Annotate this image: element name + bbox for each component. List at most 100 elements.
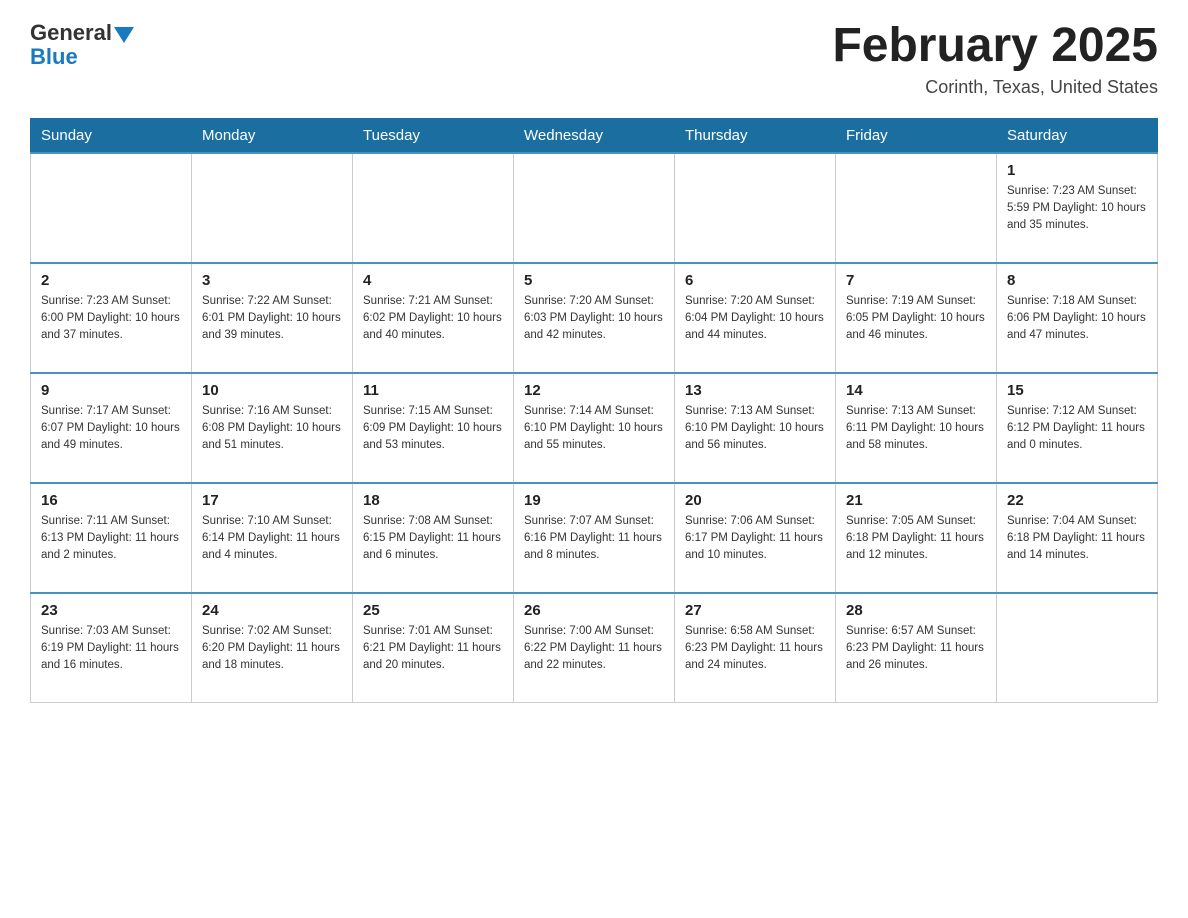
day-info: Sunrise: 6:57 AM Sunset: 6:23 PM Dayligh…	[846, 623, 986, 675]
weekday-header-wednesday: Wednesday	[514, 118, 675, 153]
day-number: 21	[846, 492, 986, 509]
day-info: Sunrise: 7:14 AM Sunset: 6:10 PM Dayligh…	[524, 403, 664, 455]
day-number: 20	[685, 492, 825, 509]
logo-triangle-icon	[114, 27, 134, 43]
calendar-cell: 5Sunrise: 7:20 AM Sunset: 6:03 PM Daylig…	[514, 263, 675, 373]
day-info: Sunrise: 7:18 AM Sunset: 6:06 PM Dayligh…	[1007, 293, 1147, 345]
day-number: 13	[685, 382, 825, 399]
day-number: 18	[363, 492, 503, 509]
week-row-3: 9 Sunrise: 7:17 AM Sunset: 6:07 PM Daylig…	[31, 373, 1158, 483]
day-number: 22	[1007, 492, 1147, 509]
day-info: Sunrise: 7:10 AM Sunset: 6:14 PM Dayligh…	[202, 513, 342, 565]
day-info: Sunrise: 7:12 AM Sunset: 6:12 PM Dayligh…	[1007, 403, 1147, 455]
day-number: 27	[685, 602, 825, 619]
calendar-cell: 8 Sunrise: 7:18 AM Sunset: 6:06 PM Daylig…	[997, 263, 1158, 373]
page-header: General Blue February 2025 Corinth, Texa…	[30, 20, 1158, 98]
calendar-cell: 10 Sunrise: 7:16 AM Sunset: 6:08 PM Dayli…	[192, 373, 353, 483]
day-info: Sunrise: 7:20 AM Sunset: 6:04 PM Dayligh…	[685, 293, 825, 345]
weekday-header-thursday: Thursday	[675, 118, 836, 153]
calendar-cell	[514, 153, 675, 263]
day-number: 9	[41, 382, 181, 399]
week-row-1: 1Sunrise: 7:23 AM Sunset: 5:59 PM Daylig…	[31, 153, 1158, 263]
day-info: Sunrise: 7:05 AM Sunset: 6:18 PM Dayligh…	[846, 513, 986, 565]
day-number: 3	[202, 272, 342, 289]
day-info: Sunrise: 7:20 AM Sunset: 6:03 PM Dayligh…	[524, 293, 664, 345]
week-row-4: 16 Sunrise: 7:11 AM Sunset: 6:13 PM Dayli…	[31, 483, 1158, 593]
day-number: 19	[524, 492, 664, 509]
calendar-cell: 25Sunrise: 7:01 AM Sunset: 6:21 PM Dayli…	[353, 593, 514, 703]
day-number: 16	[41, 492, 181, 509]
day-number: 8	[1007, 272, 1147, 289]
calendar-cell: 28 Sunrise: 6:57 AM Sunset: 6:23 PM Dayli…	[836, 593, 997, 703]
logo-blue-text: Blue	[30, 44, 78, 70]
calendar-cell: 24 Sunrise: 7:02 AM Sunset: 6:20 PM Dayli…	[192, 593, 353, 703]
day-info: Sunrise: 7:16 AM Sunset: 6:08 PM Dayligh…	[202, 403, 342, 455]
calendar-cell	[192, 153, 353, 263]
calendar-cell: 21 Sunrise: 7:05 AM Sunset: 6:18 PM Dayli…	[836, 483, 997, 593]
calendar-cell: 20 Sunrise: 7:06 AM Sunset: 6:17 PM Dayli…	[675, 483, 836, 593]
day-number: 24	[202, 602, 342, 619]
day-info: Sunrise: 6:58 AM Sunset: 6:23 PM Dayligh…	[685, 623, 825, 675]
day-number: 14	[846, 382, 986, 399]
day-number: 4	[363, 272, 503, 289]
weekday-header-tuesday: Tuesday	[353, 118, 514, 153]
calendar-cell: 22 Sunrise: 7:04 AM Sunset: 6:18 PM Dayli…	[997, 483, 1158, 593]
day-number: 28	[846, 602, 986, 619]
day-info: Sunrise: 7:07 AM Sunset: 6:16 PM Dayligh…	[524, 513, 664, 565]
day-number: 11	[363, 382, 503, 399]
day-info: Sunrise: 7:19 AM Sunset: 6:05 PM Dayligh…	[846, 293, 986, 345]
day-number: 26	[524, 602, 664, 619]
logo-top: General	[30, 20, 134, 46]
day-info: Sunrise: 7:22 AM Sunset: 6:01 PM Dayligh…	[202, 293, 342, 345]
calendar-cell: 16 Sunrise: 7:11 AM Sunset: 6:13 PM Dayli…	[31, 483, 192, 593]
day-number: 23	[41, 602, 181, 619]
calendar-cell: 3 Sunrise: 7:22 AM Sunset: 6:01 PM Daylig…	[192, 263, 353, 373]
calendar-table: SundayMondayTuesdayWednesdayThursdayFrid…	[30, 118, 1158, 704]
week-row-2: 2Sunrise: 7:23 AM Sunset: 6:00 PM Daylig…	[31, 263, 1158, 373]
calendar-cell: 14Sunrise: 7:13 AM Sunset: 6:11 PM Dayli…	[836, 373, 997, 483]
calendar-cell: 27 Sunrise: 6:58 AM Sunset: 6:23 PM Dayli…	[675, 593, 836, 703]
day-info: Sunrise: 7:02 AM Sunset: 6:20 PM Dayligh…	[202, 623, 342, 675]
weekday-header-sunday: Sunday	[31, 118, 192, 153]
title-section: February 2025 Corinth, Texas, United Sta…	[832, 20, 1158, 98]
day-number: 10	[202, 382, 342, 399]
day-number: 6	[685, 272, 825, 289]
day-info: Sunrise: 7:04 AM Sunset: 6:18 PM Dayligh…	[1007, 513, 1147, 565]
day-number: 12	[524, 382, 664, 399]
calendar-cell: 23Sunrise: 7:03 AM Sunset: 6:19 PM Dayli…	[31, 593, 192, 703]
day-info: Sunrise: 7:11 AM Sunset: 6:13 PM Dayligh…	[41, 513, 181, 565]
calendar-cell	[836, 153, 997, 263]
calendar-cell: 18 Sunrise: 7:08 AM Sunset: 6:15 PM Dayli…	[353, 483, 514, 593]
weekday-header-monday: Monday	[192, 118, 353, 153]
calendar-cell	[353, 153, 514, 263]
day-info: Sunrise: 7:17 AM Sunset: 6:07 PM Dayligh…	[41, 403, 181, 455]
location-text: Corinth, Texas, United States	[832, 77, 1158, 98]
calendar-cell: 7 Sunrise: 7:19 AM Sunset: 6:05 PM Daylig…	[836, 263, 997, 373]
day-info: Sunrise: 7:21 AM Sunset: 6:02 PM Dayligh…	[363, 293, 503, 345]
calendar-cell	[675, 153, 836, 263]
calendar-cell: 11 Sunrise: 7:15 AM Sunset: 6:09 PM Dayli…	[353, 373, 514, 483]
day-info: Sunrise: 7:13 AM Sunset: 6:10 PM Dayligh…	[685, 403, 825, 455]
weekday-header-row: SundayMondayTuesdayWednesdayThursdayFrid…	[31, 118, 1158, 153]
day-info: Sunrise: 7:15 AM Sunset: 6:09 PM Dayligh…	[363, 403, 503, 455]
week-row-5: 23Sunrise: 7:03 AM Sunset: 6:19 PM Dayli…	[31, 593, 1158, 703]
logo-general-text: General	[30, 20, 112, 46]
day-number: 7	[846, 272, 986, 289]
day-info: Sunrise: 7:01 AM Sunset: 6:21 PM Dayligh…	[363, 623, 503, 675]
day-number: 1	[1007, 162, 1147, 179]
month-title: February 2025	[832, 20, 1158, 73]
calendar-cell: 15Sunrise: 7:12 AM Sunset: 6:12 PM Dayli…	[997, 373, 1158, 483]
weekday-header-friday: Friday	[836, 118, 997, 153]
day-info: Sunrise: 7:08 AM Sunset: 6:15 PM Dayligh…	[363, 513, 503, 565]
calendar-cell: 1Sunrise: 7:23 AM Sunset: 5:59 PM Daylig…	[997, 153, 1158, 263]
logo: General Blue	[30, 20, 134, 70]
calendar-cell: 12 Sunrise: 7:14 AM Sunset: 6:10 PM Dayli…	[514, 373, 675, 483]
calendar-cell	[31, 153, 192, 263]
calendar-cell: 6 Sunrise: 7:20 AM Sunset: 6:04 PM Daylig…	[675, 263, 836, 373]
calendar-cell: 19 Sunrise: 7:07 AM Sunset: 6:16 PM Dayli…	[514, 483, 675, 593]
day-info: Sunrise: 7:23 AM Sunset: 6:00 PM Dayligh…	[41, 293, 181, 345]
day-info: Sunrise: 7:06 AM Sunset: 6:17 PM Dayligh…	[685, 513, 825, 565]
day-number: 17	[202, 492, 342, 509]
weekday-header-saturday: Saturday	[997, 118, 1158, 153]
calendar-cell: 26Sunrise: 7:00 AM Sunset: 6:22 PM Dayli…	[514, 593, 675, 703]
